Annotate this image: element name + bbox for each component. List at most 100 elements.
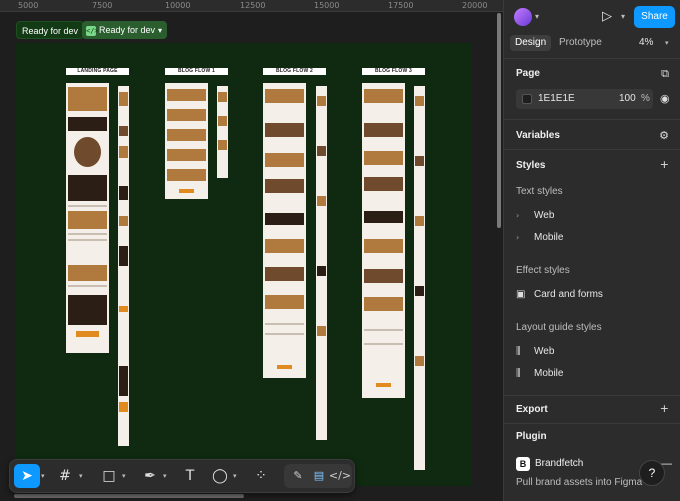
divider	[504, 119, 680, 120]
comment-tool-button[interactable]: ◯	[207, 464, 233, 488]
chevron-down-icon[interactable]: ▾	[665, 39, 669, 47]
landing-page-mobile-frame[interactable]	[118, 86, 129, 446]
ready-for-dev-label[interactable]: Ready for dev	[16, 21, 85, 39]
present-play-icon[interactable]: ▷	[602, 9, 616, 25]
plugin-name[interactable]: Brandfetch	[535, 458, 583, 469]
chevron-right-icon: ›	[516, 211, 520, 220]
frame-icon: #	[59, 468, 71, 484]
add-export-icon[interactable]: +	[660, 402, 669, 415]
visibility-eye-icon[interactable]: ◉	[660, 92, 670, 105]
pen-icon: ✒	[144, 468, 156, 484]
text-style-mobile-label: Mobile	[534, 232, 564, 243]
chevron-down-icon[interactable]: ▾	[621, 12, 625, 21]
rectangle-icon: □	[102, 468, 116, 484]
page-opacity-unit: %	[641, 93, 650, 104]
shape-tool-chevron-icon[interactable]: ▾	[122, 472, 126, 480]
chevron-down-icon[interactable]: ▾	[535, 12, 539, 21]
horizontal-ruler: 5000 7500 10000 12500 15000 17500 20000	[0, 0, 503, 12]
move-tool-chevron-icon[interactable]: ▾	[41, 472, 45, 480]
text-icon: T	[185, 468, 195, 484]
effect-style-card-forms[interactable]: ▣ Card and forms	[516, 289, 603, 300]
styles-section-title: Styles	[516, 160, 546, 171]
vertical-scrollbar[interactable]	[497, 13, 501, 228]
text-style-mobile[interactable]: › Mobile	[516, 232, 563, 243]
pen-tool-button[interactable]: ✒	[137, 464, 163, 488]
frame-tool-chevron-icon[interactable]: ▾	[79, 472, 83, 480]
text-tool-button[interactable]: T	[177, 464, 203, 488]
share-button[interactable]: Share	[634, 6, 675, 28]
brandfetch-logo-icon: B	[516, 457, 530, 471]
blog-flow-3-mobile-frame[interactable]	[414, 86, 425, 470]
effect-style-icon: ▣	[516, 289, 526, 300]
layout-grid-icon: ⫼	[516, 346, 521, 357]
page-opacity-value[interactable]: 100	[619, 89, 636, 109]
text-styles-heading: Text styles	[516, 186, 563, 197]
mode-toggle-group: ✎ ▤ </>	[284, 464, 352, 488]
layout-grid-icon: ⫼	[516, 368, 521, 379]
draw-mode-icon: ✎	[293, 469, 303, 482]
variables-section-title[interactable]: Variables	[516, 130, 560, 141]
blog-flow-1-desktop-frame[interactable]	[165, 83, 208, 199]
column-title-blog-1: BLOG FLOW 1	[165, 68, 228, 75]
avatar[interactable]	[514, 8, 532, 26]
ready-for-dev-dropdown[interactable]: </>Ready for dev ▾	[82, 21, 168, 39]
rectangle-tool-button[interactable]: □	[96, 464, 122, 488]
comment-tool-chevron-icon[interactable]: ▾	[233, 472, 237, 480]
horizontal-scrollbar[interactable]	[14, 494, 244, 498]
column-title-landing: LANDING PAGE	[66, 68, 129, 75]
column-title-blog-3: BLOG FLOW 3	[362, 68, 425, 75]
ruler-label: 7500	[92, 1, 113, 10]
dev-code-icon: </>	[86, 25, 99, 36]
divider	[504, 423, 680, 424]
variables-settings-icon[interactable]: ⚙	[659, 129, 669, 142]
ruler-label: 20000	[462, 1, 488, 10]
help-question-icon: ?	[648, 466, 656, 480]
tab-prototype[interactable]: Prototype	[554, 35, 607, 51]
plugin-section-title: Plugin	[516, 431, 547, 442]
ruler-label: 17500	[388, 1, 414, 10]
divider	[504, 395, 680, 396]
color-swatch[interactable]	[522, 94, 532, 104]
ruler-label: 15000	[314, 1, 340, 10]
panel-tabs: Design Prototype 4% ▾	[504, 32, 680, 54]
layout-style-web-label: Web	[534, 346, 555, 357]
pen-tool-chevron-icon[interactable]: ▾	[163, 472, 167, 480]
ready-for-dev-dropdown-label: Ready for dev	[99, 25, 156, 35]
divider	[504, 149, 680, 150]
layout-guide-styles-heading: Layout guide styles	[516, 322, 602, 333]
export-section-title[interactable]: Export	[516, 404, 548, 415]
layout-style-mobile[interactable]: ⫼ Mobile	[516, 368, 563, 379]
page-color-field[interactable]: 1E1E1E 100 %	[516, 89, 653, 109]
canvas[interactable]: 5000 7500 10000 12500 15000 17500 20000 …	[0, 0, 503, 501]
ruler-label: 10000	[165, 1, 191, 10]
ruler-label: 5000	[18, 1, 39, 10]
blog-flow-2-mobile-frame[interactable]	[316, 86, 327, 440]
page-color-hex[interactable]: 1E1E1E	[538, 89, 575, 109]
actions-icon: ⁘	[255, 468, 267, 484]
actions-tool-button[interactable]: ⁘	[248, 464, 274, 488]
layout-style-web[interactable]: ⫼ Web	[516, 346, 554, 357]
blog-flow-2-desktop-frame[interactable]	[263, 83, 306, 378]
zoom-level[interactable]: 4%	[639, 35, 653, 51]
chevron-right-icon: ›	[516, 233, 520, 242]
move-icon: ➤	[21, 468, 33, 484]
blog-flow-1-mobile-frame[interactable]	[217, 86, 228, 178]
text-style-web[interactable]: › Web	[516, 210, 554, 221]
blog-flow-3-desktop-frame[interactable]	[362, 83, 405, 398]
page-section-title: Page	[516, 68, 540, 79]
add-style-icon[interactable]: +	[660, 158, 669, 171]
divider	[504, 58, 680, 59]
ruler-label: 12500	[240, 1, 266, 10]
help-button[interactable]: ?	[639, 460, 665, 486]
landing-page-desktop-frame[interactable]	[66, 83, 109, 353]
plugin-description: Pull brand assets into Figma	[516, 477, 643, 488]
comment-icon: ◯	[212, 468, 228, 484]
column-title-blog-2: BLOG FLOW 2	[263, 68, 326, 75]
dev-mode-button[interactable]: </>	[327, 464, 353, 488]
tab-design[interactable]: Design	[510, 35, 552, 51]
page-settings-icon[interactable]: ⧉	[661, 67, 669, 81]
design-mode-icon: ▤	[313, 469, 325, 482]
effect-style-label: Card and forms	[534, 289, 603, 300]
frame-tool-button[interactable]: #	[52, 464, 78, 488]
move-tool-button[interactable]: ➤	[14, 464, 40, 488]
